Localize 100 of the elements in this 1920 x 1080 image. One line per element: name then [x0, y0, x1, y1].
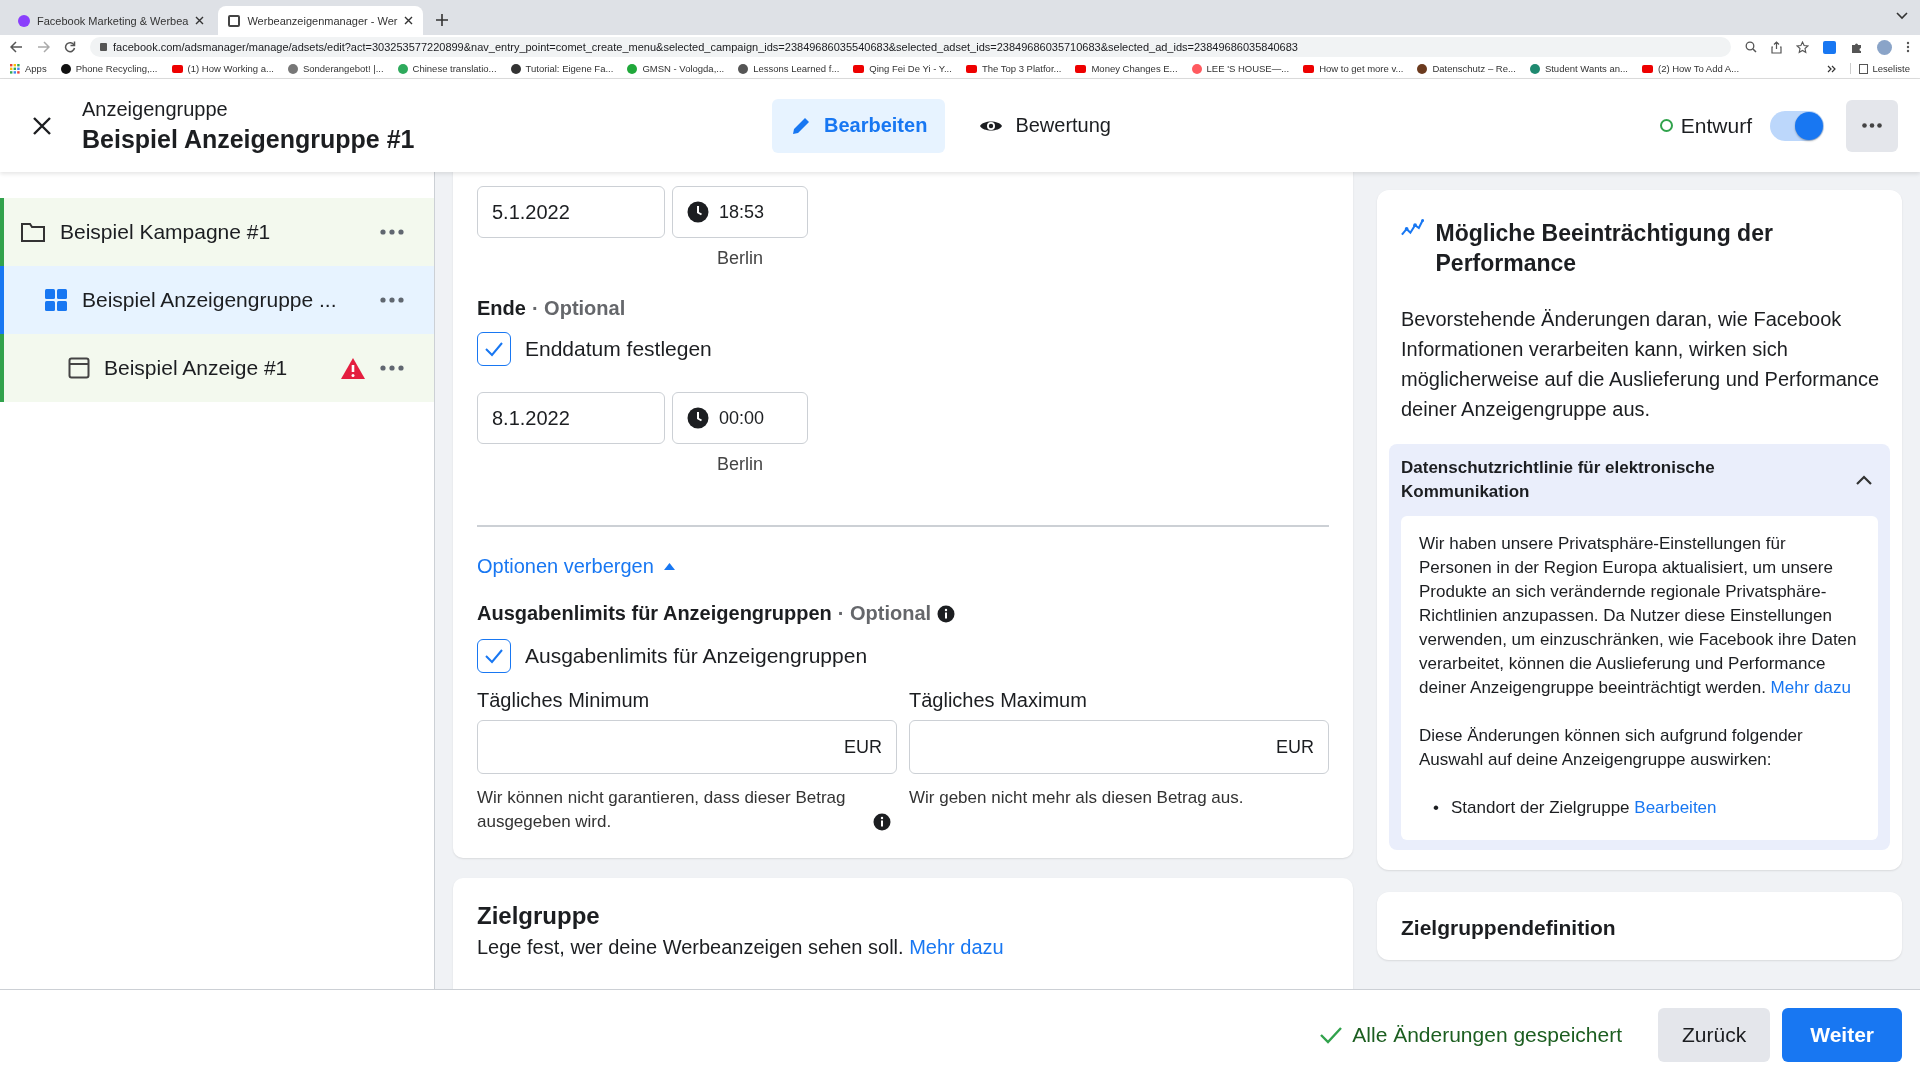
more-icon[interactable] [380, 229, 404, 235]
clock-icon [687, 407, 709, 429]
back-button[interactable]: Zurück [1658, 1008, 1771, 1062]
bookmark[interactable]: Phone Recycling,... [60, 63, 158, 74]
bookmark[interactable]: Datenschutz – Re... [1417, 63, 1516, 74]
address-bar[interactable]: facebook.com/adsmanager/manage/adsets/edit?act=303253577220899&nav_entry_point=comet_create_menu&selected_campaign_ids=23849686035540683&selected_adset_ids=23849686035710683&selected_ad_ids=23849686035840683 [90, 37, 1731, 57]
lock-icon [100, 43, 107, 51]
bullet-marker: • [1433, 797, 1439, 819]
info-icon[interactable] [873, 813, 891, 831]
checkbox[interactable] [477, 639, 511, 673]
learn-more-link[interactable]: Mehr dazu [1770, 678, 1851, 697]
bullet-item: Standort der Zielgruppe Bearbeiten [1450, 797, 1717, 819]
status-label: Entwurf [1680, 113, 1752, 138]
list-icon [1858, 63, 1868, 74]
star-icon[interactable] [1796, 40, 1809, 54]
chevron-up-icon [1856, 475, 1872, 485]
bookmark[interactable]: (1) How Working a... [171, 63, 274, 74]
card-title: Zielgruppendefinition [1401, 916, 1617, 940]
bookmark[interactable]: The Top 3 Platfor... [965, 63, 1062, 74]
favicon-icon [228, 14, 241, 27]
video-play-icon [853, 64, 865, 73]
reload-icon[interactable] [64, 41, 76, 53]
amount-field[interactable]: EUR [477, 720, 897, 774]
optional-label: · Optional [531, 297, 626, 320]
bookmark[interactable]: Apps [10, 63, 47, 74]
browser-tab[interactable]: Facebook Marketing & Werbea [8, 6, 215, 35]
help-text: Wir können nicht garantieren, dass dieser Betrag ausgegeben wird. [477, 787, 847, 833]
help-text: Wir geben nicht mehr als diesen Betrag aus. [909, 787, 1244, 809]
close-icon[interactable] [32, 115, 52, 136]
folder-icon [20, 221, 46, 243]
bookmark[interactable]: Tutorial: Eigene Fa... [510, 63, 614, 74]
check-icon [484, 648, 504, 664]
bookmark[interactable]: LEE 'S HOUSE—... [1191, 63, 1290, 74]
favicon-icon [18, 14, 30, 27]
options-link[interactable]: Optionen verbergen [477, 555, 675, 578]
browser-tab[interactable]: Werbeanzeigenmanager - Wer [218, 6, 424, 35]
share-icon[interactable] [1771, 40, 1782, 54]
bookmark[interactable]: How to get more v... [1303, 63, 1404, 74]
toggle-switch[interactable] [1770, 110, 1824, 141]
card-title: Mögliche Beeinträchtigung der Performance [1435, 219, 1774, 278]
check-icon [484, 341, 504, 357]
time-field[interactable]: 00:00 [672, 392, 808, 444]
tree-item[interactable]: Beispiel Anzeige #1 [0, 334, 434, 402]
caret-up-icon [663, 563, 675, 570]
bookmark[interactable]: Chinese translatio... [397, 63, 497, 74]
close-icon[interactable] [404, 16, 414, 25]
more-icon[interactable] [380, 365, 404, 371]
check-icon [1320, 1026, 1343, 1044]
edit-link[interactable]: Bearbeiten [1634, 798, 1717, 817]
close-icon[interactable] [195, 16, 205, 25]
optional-label: · Optional [837, 602, 932, 625]
more-icon [1862, 123, 1882, 128]
facebook-icon[interactable] [1823, 40, 1836, 54]
bookmark[interactable]: GMSN - Vologda,... [627, 63, 725, 74]
back-icon[interactable] [10, 41, 23, 53]
checkbox[interactable] [477, 332, 511, 366]
date-field[interactable]: 8.1.2022 [477, 392, 665, 444]
next-button[interactable]: Weiter [1782, 1008, 1902, 1062]
video-play-icon [1641, 64, 1653, 73]
time-field[interactable]: 18:53 [672, 186, 808, 238]
timezone-label: Berlin [717, 248, 763, 269]
bookmark[interactable]: Qing Fei De Yi - Y... [853, 63, 952, 74]
window-icon [68, 357, 90, 379]
learn-more-link[interactable]: Mehr dazu [909, 936, 1004, 958]
field-label: Tägliches Maximum [909, 689, 1088, 712]
amount-field[interactable]: EUR [909, 720, 1329, 774]
mode-tab[interactable]: Bearbeiten [772, 98, 946, 153]
reading-list[interactable]: Leseliste [1849, 63, 1910, 74]
avatar-icon[interactable] [1877, 39, 1892, 55]
more-bookmarks-icon[interactable] [1826, 64, 1836, 73]
apps-grid-icon [10, 63, 20, 74]
page-title: Beispiel Anzeigengruppe #1 [82, 124, 416, 154]
section-label: Ausgabenlimits für Anzeigengruppen [477, 602, 832, 625]
currency-label: EUR [844, 736, 882, 758]
info-icon[interactable] [937, 604, 956, 623]
more-icon[interactable] [380, 297, 404, 303]
zoom-icon[interactable] [1745, 41, 1757, 53]
checkbox-label: Ausgabenlimits für Anzeigengruppen [525, 644, 868, 668]
mode-tab[interactable]: Bewertung [961, 98, 1129, 153]
card-title: Zielgruppe [477, 902, 601, 930]
bookmark[interactable]: Lessons Learned f... [738, 63, 840, 74]
new-tab-icon[interactable] [435, 13, 450, 27]
bookmark[interactable]: Student Wants an... [1529, 63, 1628, 74]
bookmark[interactable]: Sonderangebot! |... [287, 63, 384, 74]
chevron-down-icon[interactable] [1896, 12, 1908, 20]
more-button[interactable] [1846, 99, 1898, 152]
card-description: Bevorstehende Änderungen daran, wie Facebook Informationen verarbeiten kann, wirken sich möglicherweise auf die Auslieferung und Performance deiner Anzeigengruppe aus. [1401, 307, 1881, 422]
kebab-icon[interactable] [1906, 41, 1910, 53]
video-play-icon [1303, 64, 1315, 73]
bookmark[interactable]: (2) How To Add A... [1641, 63, 1740, 74]
tree-item[interactable]: Beispiel Anzeigengruppe ... [0, 266, 434, 334]
currency-label: EUR [1276, 736, 1314, 758]
checkbox-label: Enddatum festlegen [525, 337, 712, 361]
tree-item[interactable]: Beispiel Kampagne #1 [0, 198, 434, 266]
bookmark[interactable]: Money Changes E... [1075, 63, 1178, 74]
timezone-label: Berlin [717, 454, 763, 475]
video-play-icon [965, 64, 977, 73]
save-status: Alle Änderungen gespeichert [1352, 1023, 1622, 1047]
accordion-header[interactable]: Datenschutzrichtlinie für elektronische Kommunikation [1401, 456, 1878, 516]
date-field[interactable]: 5.1.2022 [477, 186, 665, 238]
